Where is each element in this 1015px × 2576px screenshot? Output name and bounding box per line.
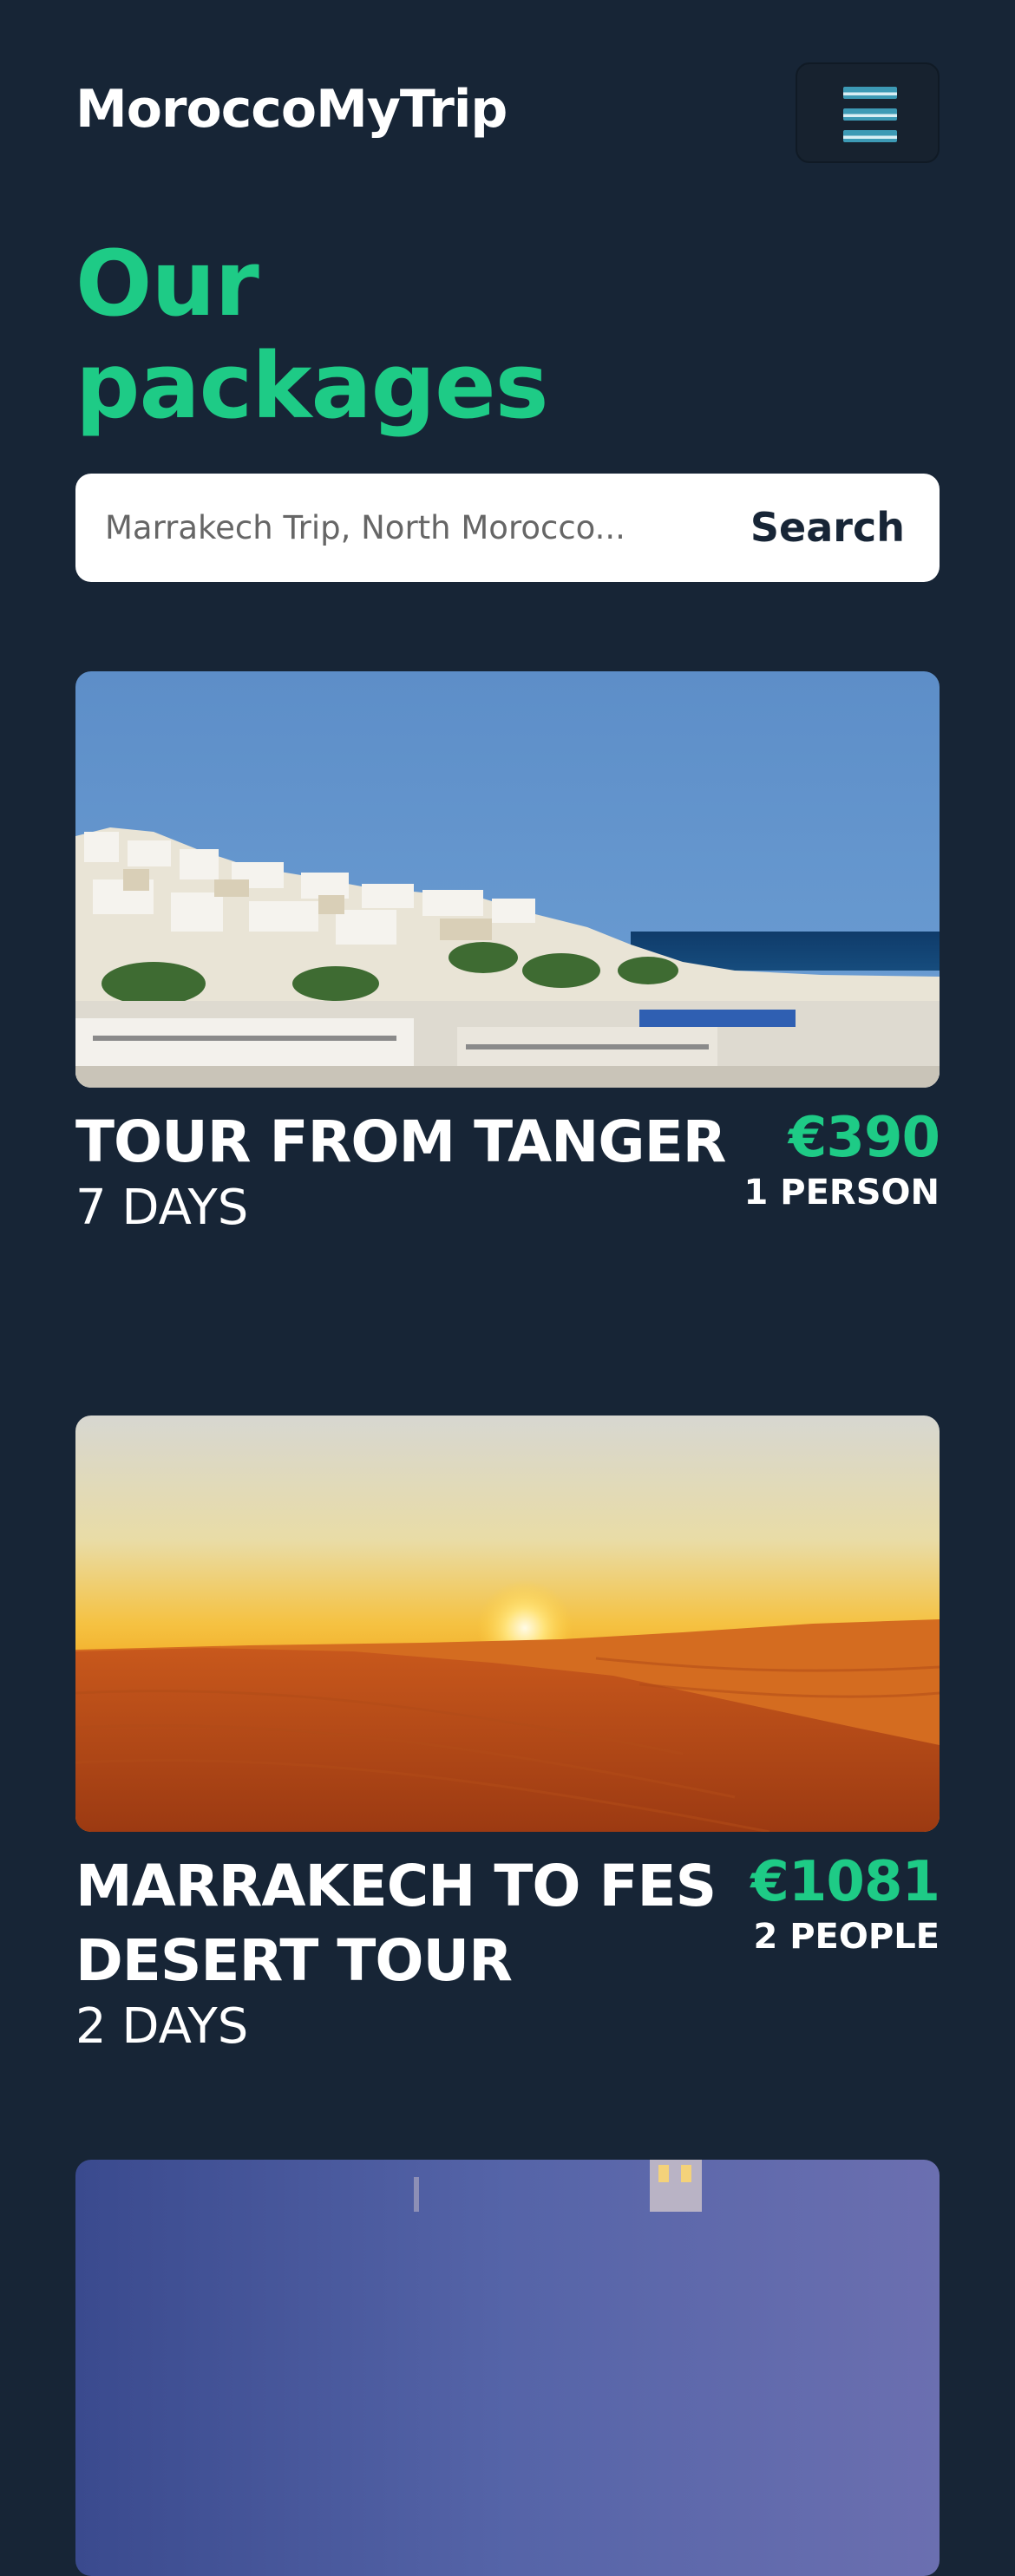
package-title[interactable]: MARRAKECH TO FES DESERT TOUR bbox=[75, 1849, 735, 1998]
site-logo[interactable]: MoroccoMyTrip bbox=[75, 83, 508, 135]
package-people: 2 PEOPLE bbox=[753, 1917, 940, 1957]
package-title[interactable]: TOUR FROM TANGER bbox=[75, 1105, 735, 1180]
package-info: TOUR FROM TANGER 7 DAYS €390 1 PERSON bbox=[75, 1088, 940, 1304]
package-info: MARRAKECH TO FES DESERT TOUR 2 DAYS €108… bbox=[75, 1832, 940, 2055]
package-price: €1081 bbox=[750, 1850, 940, 1914]
package-card[interactable]: TOUR FROM TANGER 7 DAYS €390 1 PERSON bbox=[75, 671, 940, 1304]
package-photo bbox=[75, 671, 940, 1088]
package-people: 1 PERSON bbox=[743, 1173, 940, 1213]
sahara-desert-sunset-photo[interactable] bbox=[75, 1415, 940, 1832]
package-photo bbox=[75, 1415, 940, 1832]
package-card[interactable]: MARRAKECH TO FES DESERT TOUR 2 DAYS €108… bbox=[75, 1415, 940, 2055]
package-card[interactable] bbox=[75, 2160, 940, 2576]
page-title: Our packages bbox=[75, 231, 549, 439]
site-header: MoroccoMyTrip bbox=[75, 62, 940, 165]
package-price: €390 bbox=[788, 1106, 940, 1170]
package-duration: 7 DAYS bbox=[75, 1180, 249, 1236]
package-photo bbox=[75, 2160, 940, 2576]
tangier-white-city-coast-photo[interactable] bbox=[75, 671, 940, 1088]
search-bar: Search bbox=[75, 474, 940, 582]
package-duration: 2 DAYS bbox=[75, 1998, 249, 2055]
search-input[interactable] bbox=[105, 474, 730, 582]
menu-button[interactable] bbox=[796, 62, 940, 163]
evening-sky-tower-photo[interactable] bbox=[75, 2160, 940, 2576]
hamburger-menu-icon bbox=[843, 87, 897, 142]
search-button[interactable]: Search bbox=[750, 501, 905, 553]
